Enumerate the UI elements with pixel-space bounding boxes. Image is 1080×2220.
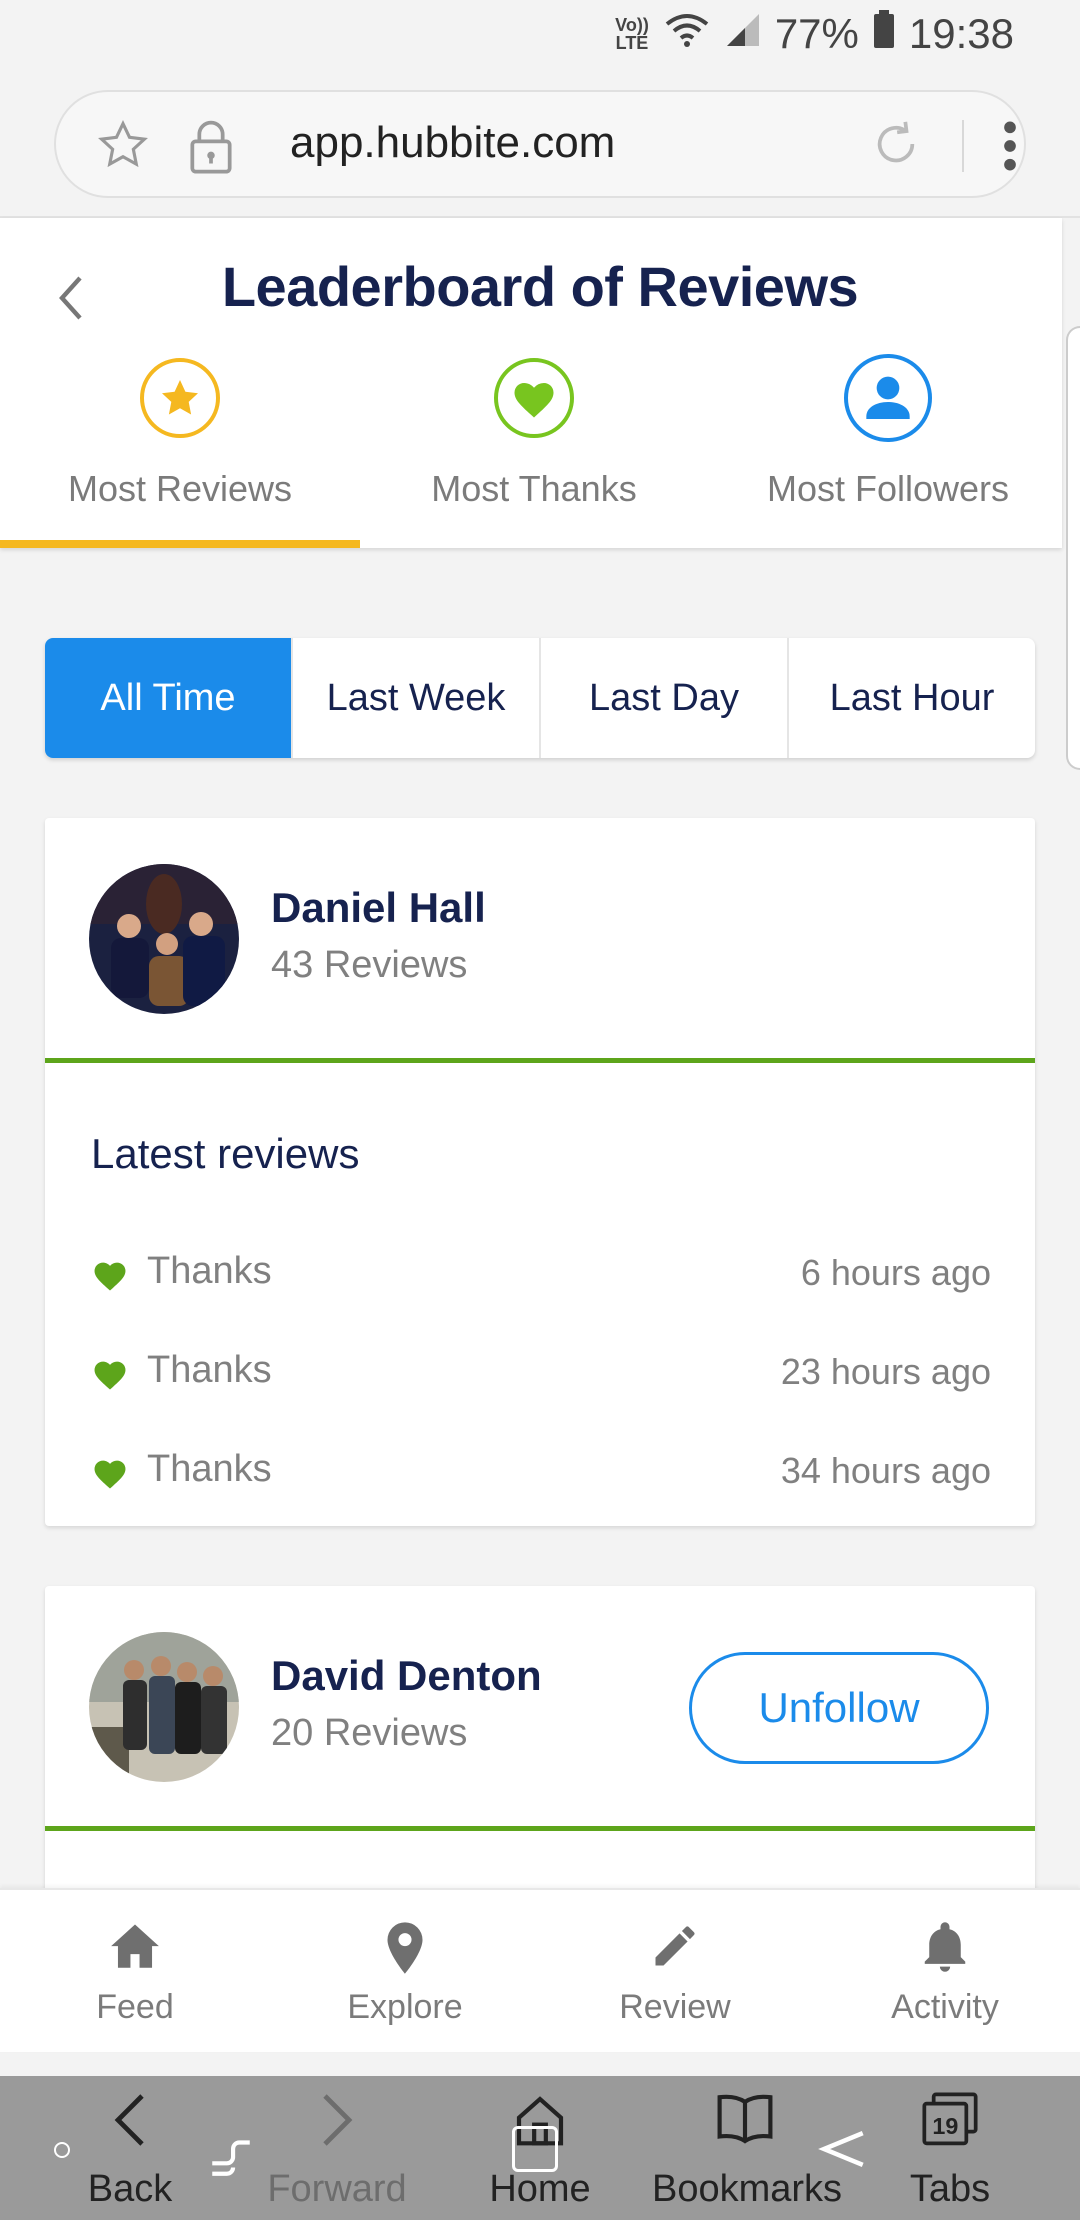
map-pin-icon: [383, 1920, 427, 1981]
system-back-icon[interactable]: [812, 2124, 868, 2179]
tab-most-reviews[interactable]: Most Reviews: [0, 358, 360, 548]
card-divider: [45, 1826, 1035, 1831]
tab-most-thanks[interactable]: Most Thanks: [354, 358, 708, 548]
period-selector: All Time Last Week Last Day Last Hour: [45, 638, 1035, 758]
pencil-icon: [649, 1920, 701, 1977]
url-text[interactable]: app.hubbite.com: [290, 118, 615, 168]
period-last-day[interactable]: Last Day: [539, 638, 787, 758]
bell-icon: [921, 1920, 969, 1979]
book-icon: [715, 2092, 775, 2149]
latest-reviews-heading: Latest reviews: [91, 1130, 360, 1177]
avatar[interactable]: [89, 1632, 239, 1782]
star-icon: [140, 358, 220, 438]
reload-icon[interactable]: [868, 116, 924, 177]
browser-toolbar: Back Forward Home Bookmarks 19 Tabs: [0, 2076, 1080, 2220]
browser-url-bar[interactable]: app.hubbite.com: [54, 90, 1026, 198]
more-options-icon[interactable]: [1000, 118, 1020, 179]
tab-label: Most Thanks: [431, 468, 637, 509]
page-header: Leaderboard of Reviews Most Reviews Most…: [0, 218, 1062, 548]
volte-indicator: Vo)) LTE: [615, 15, 649, 53]
url-bar-divider: [962, 120, 964, 172]
system-home-icon[interactable]: [512, 2126, 558, 2172]
battery-icon: [873, 10, 895, 58]
nav-feed[interactable]: Feed: [0, 1890, 270, 2052]
review-item[interactable]: Thanks 6 hours ago: [91, 1244, 991, 1304]
lock-icon[interactable]: [186, 118, 236, 179]
nav-activity[interactable]: Activity: [810, 1890, 1080, 2052]
wifi-icon: [663, 10, 711, 58]
tab-label: Most Reviews: [67, 468, 293, 509]
browser-tabs-button[interactable]: 19 Tabs: [880, 2076, 1020, 2220]
period-all-time[interactable]: All Time: [45, 638, 291, 758]
card-divider: [45, 1058, 1035, 1063]
page-title: Leaderboard of Reviews: [221, 255, 859, 318]
browser-bookmarks-button[interactable]: Bookmarks: [652, 2076, 843, 2220]
heart-icon: [91, 1357, 129, 1396]
nav-label: Feed: [96, 1988, 174, 2026]
heart-icon: [494, 358, 574, 438]
review-label: Thanks: [147, 1448, 272, 1490]
clock: 19:38: [908, 10, 1014, 57]
tab-most-followers[interactable]: Most Followers: [708, 354, 1062, 548]
unfollow-button[interactable]: Unfollow: [689, 1652, 989, 1764]
toolbar-label: Forward: [267, 2168, 407, 2210]
tab-label: Most Followers: [766, 468, 1010, 509]
review-time: 23 hours ago: [780, 1351, 991, 1392]
leader-card: Daniel Hall 43 Reviews Latest reviews Th…: [45, 818, 1035, 1526]
toolbar-label: Bookmarks: [652, 2168, 843, 2210]
review-label: Thanks: [147, 1349, 272, 1391]
bookmark-star-icon[interactable]: [96, 118, 150, 177]
review-time: 34 hours ago: [780, 1450, 991, 1491]
leader-card: David Denton 20 Reviews Unfollow: [45, 1586, 1035, 1906]
recent-apps-icon[interactable]: [206, 2130, 256, 2185]
leaderboard-tabs: Most Reviews Most Thanks Most Followers: [0, 354, 1062, 548]
nav-review[interactable]: Review: [540, 1890, 810, 2052]
heart-icon: [91, 1258, 129, 1297]
review-label: Thanks: [147, 1250, 272, 1292]
nav-label: Explore: [347, 1988, 463, 2026]
toolbar-label: Home: [489, 2168, 591, 2210]
browser-forward-button[interactable]: Forward: [262, 2076, 412, 2220]
toolbar-label: Back: [87, 2168, 173, 2210]
period-last-hour[interactable]: Last Hour: [787, 638, 1035, 758]
leader-name[interactable]: Daniel Hall: [271, 884, 486, 932]
status-bar: Vo)) LTE 77% 19:38: [0, 0, 1080, 72]
review-time: 6 hours ago: [800, 1252, 991, 1293]
chevron-right-icon: [319, 2092, 355, 2153]
home-icon: [107, 1920, 163, 1975]
nav-explore[interactable]: Explore: [270, 1890, 540, 2052]
review-count: 20 Reviews: [271, 1712, 468, 1754]
heart-icon: [91, 1456, 129, 1495]
review-item[interactable]: Thanks 23 hours ago: [91, 1343, 991, 1403]
battery-percent: 77%: [774, 10, 859, 57]
side-drawer-handle[interactable]: [1066, 326, 1080, 770]
nav-label: Review: [619, 1988, 731, 2026]
review-count: 43 Reviews: [271, 944, 468, 986]
page-content: Leaderboard of Reviews Most Reviews Most…: [0, 216, 1080, 1906]
avatar[interactable]: [89, 864, 239, 1014]
period-last-week[interactable]: Last Week: [291, 638, 539, 758]
nav-label: Activity: [891, 1988, 999, 2026]
tab-count-text: 19: [932, 2113, 958, 2139]
toolbar-label: Tabs: [909, 2168, 991, 2210]
bottom-navigation: Feed Explore Review Activity: [0, 1888, 1080, 2052]
review-item[interactable]: Thanks 34 hours ago: [91, 1442, 991, 1502]
chevron-left-icon: [112, 2092, 148, 2153]
browser-back-button[interactable]: Back: [60, 2076, 200, 2220]
person-icon: [844, 354, 932, 442]
tabs-icon: 19: [919, 2092, 981, 2153]
signal-icon: [725, 10, 761, 58]
leader-name[interactable]: David Denton: [271, 1652, 542, 1700]
